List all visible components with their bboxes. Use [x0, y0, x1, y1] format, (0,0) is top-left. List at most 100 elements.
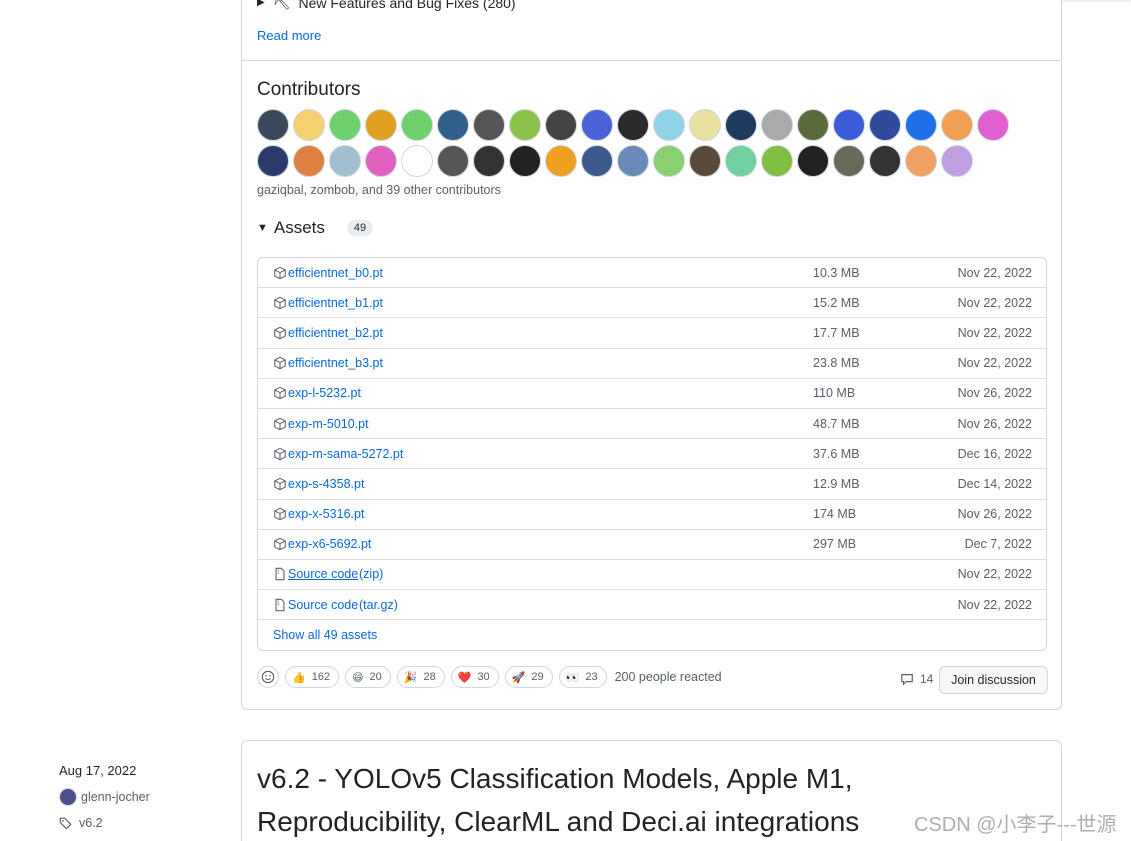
contributor-avatar[interactable]	[365, 145, 397, 177]
reactions-summary: 200 people reacted	[614, 670, 722, 684]
asset-name-link[interactable]: efficientnet_b1.pt	[288, 296, 383, 310]
assets-toggle[interactable]: ▼ Assets 49	[257, 218, 374, 238]
contributor-avatar[interactable]	[869, 145, 901, 177]
asset-size: 297 MB	[813, 537, 857, 552]
asset-row: Source code (zip) Nov 22, 2022	[258, 560, 1046, 591]
contributor-avatar[interactable]	[545, 145, 577, 177]
contributor-avatar[interactable]	[473, 109, 505, 141]
tools-icon: ⛏	[272, 0, 291, 10]
asset-size: 174 MB	[813, 507, 857, 522]
asset-row: exp-m-5010.pt 48.7 MB Nov 26, 2022	[258, 409, 1046, 440]
contributor-avatar[interactable]	[761, 109, 793, 141]
reaction-count: 30	[477, 671, 490, 683]
asset-name-link[interactable]: Source code	[288, 598, 358, 612]
contributor-avatar[interactable]	[509, 145, 541, 177]
join-discussion-button[interactable]: Join discussion	[939, 666, 1048, 694]
asset-name-link[interactable]: Source code	[288, 567, 358, 581]
thumbs-up-icon: 👍	[292, 671, 306, 684]
contributor-avatar[interactable]	[437, 109, 469, 141]
asset-name-link[interactable]: efficientnet_b2.pt	[288, 326, 383, 340]
package-icon	[273, 537, 287, 551]
contributor-avatar[interactable]	[869, 109, 901, 141]
top-edge-shadow	[1062, 0, 1131, 4]
asset-name-link[interactable]: exp-x6-5692.pt	[288, 537, 371, 551]
contributor-avatar[interactable]	[365, 109, 397, 141]
comments-count[interactable]: 14	[900, 672, 933, 686]
asset-row: Source code (tar.gz) Nov 22, 2022	[258, 590, 1046, 621]
contributor-avatar[interactable]	[617, 145, 649, 177]
contributor-avatar[interactable]	[941, 145, 973, 177]
reaction-thumbs-up[interactable]: 👍 162	[285, 666, 340, 688]
asset-name-link[interactable]: exp-m-5010.pt	[288, 417, 369, 431]
contributor-avatar[interactable]	[689, 109, 721, 141]
add-reaction-button[interactable]	[257, 666, 279, 688]
reactions-bar: 👍 162 😄 20 🎉 28 ❤️ 30 🚀 29 👀 23 200 people reacted	[257, 666, 722, 688]
smiley-icon	[261, 670, 275, 684]
release-notes-truncated-line: ▶ ⛏ New Features and Bug Fixes (280)	[257, 0, 516, 11]
next-release-meta: Aug 17, 2022 glenn-jocher v6.2	[59, 763, 150, 830]
contributor-avatar[interactable]	[509, 109, 541, 141]
show-all-assets-link[interactable]: Show all 49 assets	[258, 620, 1046, 650]
comments-count-value: 14	[920, 672, 934, 686]
release-date: Aug 17, 2022	[59, 763, 137, 778]
contributor-avatar[interactable]	[833, 109, 865, 141]
contributor-avatar[interactable]	[617, 109, 649, 141]
release-title[interactable]: v6.2 - YOLOv5 Classification Models, App…	[257, 757, 957, 841]
contributor-avatar[interactable]	[905, 145, 937, 177]
contributor-avatar[interactable]	[293, 109, 325, 141]
contributor-avatar[interactable]	[689, 145, 721, 177]
contributor-avatar[interactable]	[437, 145, 469, 177]
read-more-link[interactable]: Read more	[257, 28, 321, 43]
contributor-avatar[interactable]	[797, 145, 829, 177]
reaction-laugh[interactable]: 😄 20	[345, 666, 391, 688]
asset-row: exp-x6-5692.pt 297 MB Dec 7, 2022	[258, 530, 1046, 560]
asset-name-link[interactable]: exp-s-4358.pt	[288, 477, 364, 491]
reaction-hooray[interactable]: 🎉 28	[396, 666, 445, 688]
assets-list: efficientnet_b0.pt 10.3 MB Nov 22, 2022 eff…	[257, 257, 1047, 652]
asset-row: exp-l-5232.pt 110 MB Nov 26, 2022	[258, 379, 1046, 409]
reaction-rocket[interactable]: 🚀 29	[504, 666, 553, 688]
asset-name-link[interactable]: exp-m-sama-5272.pt	[288, 447, 403, 461]
asset-name-link[interactable]: efficientnet_b0.pt	[288, 266, 383, 280]
release-tag[interactable]: v6.2	[59, 816, 150, 830]
contributor-avatar[interactable]	[833, 145, 865, 177]
asset-size: 15.2 MB	[813, 295, 860, 310]
triangle-right-icon: ▶	[257, 0, 265, 8]
contributor-avatar[interactable]	[401, 145, 433, 177]
asset-name-link[interactable]: exp-x-5316.pt	[288, 507, 364, 521]
contributor-avatar[interactable]	[761, 145, 793, 177]
contributor-avatar[interactable]	[329, 109, 361, 141]
release-author[interactable]: glenn-jocher	[59, 788, 150, 806]
contributor-avatar[interactable]	[401, 109, 433, 141]
asset-size: 17.7 MB	[813, 325, 860, 340]
contributor-avatar[interactable]	[725, 145, 757, 177]
comment-icon	[901, 674, 913, 686]
asset-ext[interactable]: (zip)	[359, 567, 383, 581]
contributor-avatar[interactable]	[473, 145, 505, 177]
asset-name-link[interactable]: exp-l-5232.pt	[288, 386, 361, 400]
contributor-avatar[interactable]	[797, 109, 829, 141]
contributor-avatar[interactable]	[581, 109, 613, 141]
contributor-avatar[interactable]	[977, 109, 1009, 141]
contributor-avatar[interactable]	[257, 145, 289, 177]
contributor-avatar[interactable]	[545, 109, 577, 141]
reaction-eyes[interactable]: 👀 23	[558, 666, 607, 688]
asset-date: Dec 14, 2022	[957, 476, 1032, 491]
file-zip-icon	[273, 598, 287, 612]
contributor-avatar[interactable]	[941, 109, 973, 141]
contributor-avatar[interactable]	[905, 109, 937, 141]
contributor-avatar[interactable]	[581, 145, 613, 177]
asset-ext[interactable]: (tar.gz)	[359, 598, 398, 612]
avatar	[59, 788, 77, 806]
contributor-avatar[interactable]	[293, 145, 325, 177]
hooray-icon: 🎉	[403, 671, 418, 684]
asset-size: 37.6 MB	[813, 446, 860, 461]
asset-name-link[interactable]: efficientnet_b3.pt	[288, 356, 383, 370]
contributor-avatar[interactable]	[329, 145, 361, 177]
asset-date: Dec 7, 2022	[964, 537, 1032, 552]
contributor-avatar[interactable]	[725, 109, 757, 141]
contributor-avatar[interactable]	[257, 109, 289, 141]
contributor-avatar[interactable]	[653, 109, 685, 141]
contributor-avatar[interactable]	[653, 145, 685, 177]
reaction-heart[interactable]: ❤️ 30	[450, 666, 499, 688]
